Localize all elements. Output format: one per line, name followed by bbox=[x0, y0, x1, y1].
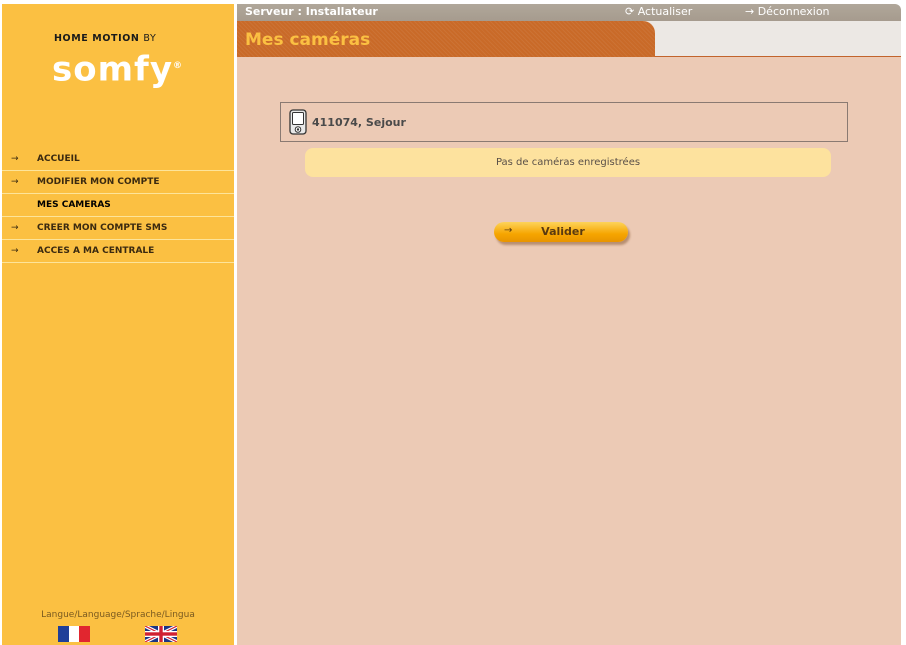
validate-button-label: Valider bbox=[541, 225, 585, 238]
nav-item-label: MES CAMERAS bbox=[37, 200, 111, 210]
refresh-link[interactable]: ⟳ Actualiser bbox=[625, 5, 692, 18]
arrow-right-icon: → bbox=[11, 154, 19, 164]
validate-button[interactable]: → Valider bbox=[494, 222, 628, 242]
no-cameras-message: Pas de caméras enregistrées bbox=[305, 148, 831, 177]
page-title: Mes caméras bbox=[245, 30, 371, 50]
brand-tagline: HOME MOTION BY bbox=[54, 33, 157, 44]
somfy-logo: somfy® bbox=[52, 49, 182, 90]
nav-item-creer-compte-sms[interactable]: → CREER MON COMPTE SMS bbox=[2, 217, 234, 240]
fr-flag-icon[interactable] bbox=[58, 626, 90, 642]
main-nav: →ACCUEIL →MODIFIER MON COMPTE →MES CAMER… bbox=[2, 148, 234, 263]
arrow-right-icon: → bbox=[11, 246, 19, 256]
nav-item-mes-cameras[interactable]: →MES CAMERAS bbox=[2, 194, 234, 217]
header-band: Mes caméras bbox=[237, 21, 901, 57]
logout-link[interactable]: → Déconnexion bbox=[745, 5, 830, 18]
sidebar: HOME MOTION BY somfy® → ACCUEIL → MODIFIER… bbox=[2, 4, 234, 645]
server-label: Serveur : Installateur bbox=[245, 5, 378, 18]
nav-item-modifier-compte[interactable]: → MODIFIER MON COMPTE bbox=[2, 171, 234, 194]
nav-item-label: MODIFIER MON COMPTE bbox=[37, 177, 160, 187]
nav-item-accueil[interactable]: → ACCUEIL bbox=[2, 148, 234, 171]
main-content: 411074, Sejour Pas de caméras enregistré… bbox=[237, 57, 901, 645]
nav-item-acces-centrale[interactable]: → ACCES A MA CENTRALE bbox=[2, 240, 234, 263]
nav-item-label: ACCUEIL bbox=[37, 154, 80, 164]
top-bar: Serveur : Installateur ⟳ Actualiser → Dé… bbox=[237, 4, 901, 21]
camera-name: 411074, Sejour bbox=[312, 115, 406, 129]
nav-item-label: CREER MON COMPTE SMS bbox=[37, 223, 168, 233]
page-title-tab: Mes caméras bbox=[237, 21, 655, 57]
camera-icon bbox=[289, 109, 307, 135]
arrow-right-icon: → bbox=[11, 223, 19, 233]
language-label: Langue/Language/Sprache/Lingua bbox=[41, 610, 195, 620]
en-flag-icon[interactable] bbox=[145, 626, 177, 642]
camera-item[interactable]: 411074, Sejour bbox=[280, 102, 848, 142]
nav-item-label: ACCES A MA CENTRALE bbox=[37, 246, 155, 256]
arrow-right-icon: → bbox=[11, 177, 19, 187]
